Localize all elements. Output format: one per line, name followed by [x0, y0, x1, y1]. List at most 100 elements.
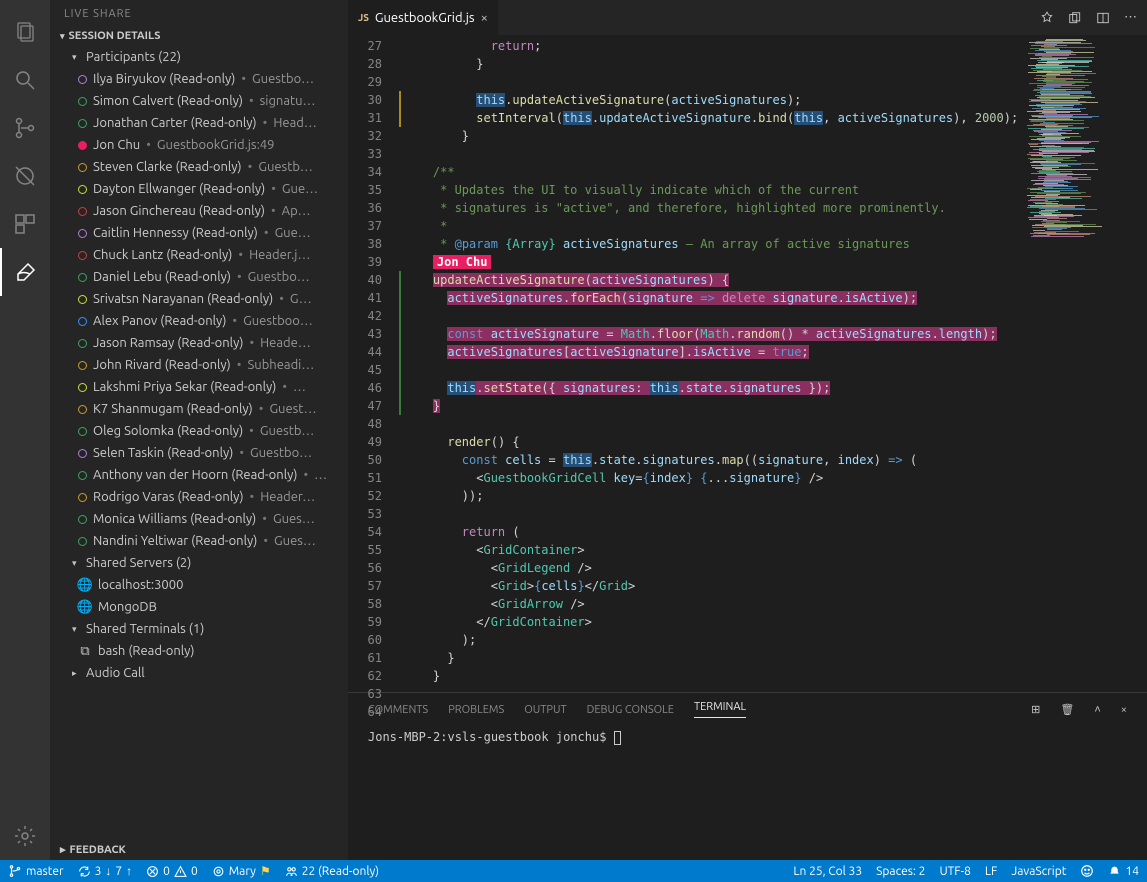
- sidebar: LIVE SHARE ▾ SESSION DETAILS ▾Participan…: [50, 0, 348, 860]
- terminal-cursor: [614, 731, 621, 745]
- participant-item[interactable]: Jason Ginchereau (Read-only) • Ap…: [50, 200, 348, 222]
- debug-icon[interactable]: [0, 152, 50, 200]
- status-live-share-user[interactable]: Mary ⚑: [212, 864, 271, 878]
- source-control-icon[interactable]: [0, 104, 50, 152]
- line-gutter: 2728293031323334353637383940414243444546…: [348, 35, 396, 692]
- split-copy-icon[interactable]: [1068, 11, 1082, 25]
- close-icon[interactable]: ×: [481, 11, 488, 25]
- presence-dot-icon: [78, 339, 87, 348]
- tab-filename: GuestbookGrid.js: [375, 11, 475, 25]
- participant-item[interactable]: Oleg Solomka (Read-only) • Guestb…: [50, 420, 348, 442]
- shared-terminals-header[interactable]: ▾Shared Terminals (1): [50, 618, 348, 640]
- chevron-down-icon: ▾: [72, 558, 80, 569]
- split-editor-icon[interactable]: [1096, 11, 1110, 25]
- tab-guestbookgrid[interactable]: JS GuestbookGrid.js ×: [348, 0, 499, 35]
- panel-tab-problems[interactable]: PROBLEMS: [448, 704, 504, 716]
- status-feedback-icon[interactable]: [1080, 864, 1094, 878]
- pin-yellow-icon: ⚑: [260, 864, 271, 878]
- presence-dot-icon: [78, 361, 87, 370]
- activity-bar: [0, 0, 50, 860]
- globe-icon: 🌐: [78, 600, 92, 615]
- chevron-down-icon: ▾: [72, 624, 80, 635]
- presence-dot-icon: [78, 383, 87, 392]
- participant-item[interactable]: Lakshmi Priya Sekar (Read-only) • …: [50, 376, 348, 398]
- panel-tab-terminal[interactable]: TERMINAL: [694, 701, 746, 718]
- more-icon[interactable]: ⋯: [1124, 10, 1137, 25]
- participants-header[interactable]: ▾Participants (22): [50, 46, 348, 68]
- feedback-header[interactable]: ▸ FEEDBACK: [50, 838, 348, 860]
- participant-item[interactable]: Anthony van der Hoorn (Read-only) • …: [50, 464, 348, 486]
- participant-item[interactable]: Alex Panov (Read-only) • Guestboo…: [50, 310, 348, 332]
- pin-icon[interactable]: [1040, 11, 1054, 25]
- status-sync[interactable]: 3↓ 7↑: [78, 864, 133, 878]
- search-icon[interactable]: [0, 56, 50, 104]
- settings-gear-icon[interactable]: [0, 812, 50, 860]
- panel-tab-debug-console[interactable]: DEBUG CONSOLE: [587, 704, 674, 716]
- presence-dot-icon: [78, 493, 87, 502]
- status-bar: master 3↓ 7↑ 0 0 Mary ⚑ 22 (Read-only) L…: [0, 860, 1147, 882]
- status-problems[interactable]: 0 0: [146, 865, 198, 878]
- participant-item[interactable]: Daniel Lebu (Read-only) • Guestbo…: [50, 266, 348, 288]
- presence-dot-icon: [78, 185, 87, 194]
- panel-tab-output[interactable]: OUTPUT: [524, 704, 566, 716]
- js-file-icon: JS: [358, 12, 369, 23]
- close-icon[interactable]: ×: [1121, 704, 1127, 716]
- status-cursor-pos[interactable]: Ln 25, Col 33: [793, 865, 862, 878]
- participant-item[interactable]: Monica Williams (Read-only) • Gues…: [50, 508, 348, 530]
- globe-icon: 🌐: [78, 578, 92, 593]
- participant-item[interactable]: Nandini Yeltiwar (Read-only) • Gues…: [50, 530, 348, 552]
- extensions-icon[interactable]: [0, 200, 50, 248]
- participant-item[interactable]: Ilya Biryukov (Read-only) • Guestbo…: [50, 68, 348, 90]
- explorer-icon[interactable]: [0, 8, 50, 56]
- chevron-right-icon: ▸: [60, 843, 66, 856]
- status-eol[interactable]: LF: [985, 865, 997, 878]
- participant-item[interactable]: Jason Ramsay (Read-only) • Heade…: [50, 332, 348, 354]
- presence-dot-icon: [78, 97, 87, 106]
- presence-dot-icon: [78, 119, 87, 128]
- presence-dot-icon: [78, 141, 87, 150]
- participant-item[interactable]: Selen Taskin (Read-only) • Guestbo…: [50, 442, 348, 464]
- presence-dot-icon: [78, 449, 87, 458]
- editor-group: JS GuestbookGrid.js × ⋯ 2728293031323334…: [348, 0, 1147, 860]
- vertical-scrollbar[interactable]: [1133, 35, 1147, 692]
- bottom-panel: COMMENTSPROBLEMSOUTPUTDEBUG CONSOLETERMI…: [348, 692, 1147, 860]
- presence-dot-icon: [78, 251, 87, 260]
- tab-bar: JS GuestbookGrid.js × ⋯: [348, 0, 1147, 35]
- presence-dot-icon: [78, 229, 87, 238]
- chevron-up-icon[interactable]: ˄: [1094, 704, 1100, 716]
- status-notifications[interactable]: 14: [1108, 865, 1139, 878]
- participant-item[interactable]: Simon Calvert (Read-only) • signatu…: [50, 90, 348, 112]
- status-encoding[interactable]: UTF-8: [939, 865, 970, 878]
- participant-item[interactable]: Dayton Ellwanger (Read-only) • Gue…: [50, 178, 348, 200]
- terminal-prompt: Jons-MBP-2:vsls-guestbook jonchu$: [368, 730, 614, 744]
- shared-servers-header[interactable]: ▾Shared Servers (2): [50, 552, 348, 574]
- audio-call-item[interactable]: ▸Audio Call: [50, 662, 348, 684]
- terminal-body[interactable]: Jons-MBP-2:vsls-guestbook jonchu$: [348, 726, 1147, 860]
- presence-dot-icon: [78, 471, 87, 480]
- trash-icon[interactable]: 🗑: [1060, 703, 1074, 716]
- presence-dot-icon: [78, 317, 87, 326]
- status-spaces[interactable]: Spaces: 2: [876, 865, 925, 878]
- shared-server-item[interactable]: 🌐MongoDB: [50, 596, 348, 618]
- participant-item[interactable]: Chuck Lantz (Read-only) • Header.j…: [50, 244, 348, 266]
- participant-item[interactable]: Jonathan Carter (Read-only) • Head…: [50, 112, 348, 134]
- participant-item[interactable]: John Rivard (Read-only) • Subheadi…: [50, 354, 348, 376]
- participant-item[interactable]: Steven Clarke (Read-only) • Guestb…: [50, 156, 348, 178]
- participant-item[interactable]: Jon Chu • GuestbookGrid.js:49: [50, 134, 348, 156]
- presence-dot-icon: [78, 427, 87, 436]
- status-language[interactable]: JavaScript: [1011, 865, 1066, 878]
- presence-dot-icon: [78, 405, 87, 414]
- participant-item[interactable]: Srivatsn Narayanan (Read-only) • G…: [50, 288, 348, 310]
- participant-item[interactable]: K7 Shanmugam (Read-only) • Guest…: [50, 398, 348, 420]
- split-panel-icon[interactable]: ⊞: [1031, 703, 1040, 716]
- participant-item[interactable]: Caitlin Hennessy (Read-only) • Gue…: [50, 222, 348, 244]
- minimap[interactable]: [1023, 35, 1133, 692]
- session-details-header[interactable]: ▾ SESSION DETAILS: [50, 26, 348, 46]
- status-shared[interactable]: 22 (Read-only): [285, 865, 379, 878]
- shared-terminal-item[interactable]: ⧉bash (Read-only): [50, 640, 348, 662]
- shared-server-item[interactable]: 🌐localhost:3000: [50, 574, 348, 596]
- status-branch[interactable]: master: [8, 864, 64, 878]
- live-share-icon[interactable]: [0, 248, 50, 296]
- tab-actions: ⋯: [1030, 0, 1147, 35]
- participant-item[interactable]: Rodrigo Varas (Read-only) • Header…: [50, 486, 348, 508]
